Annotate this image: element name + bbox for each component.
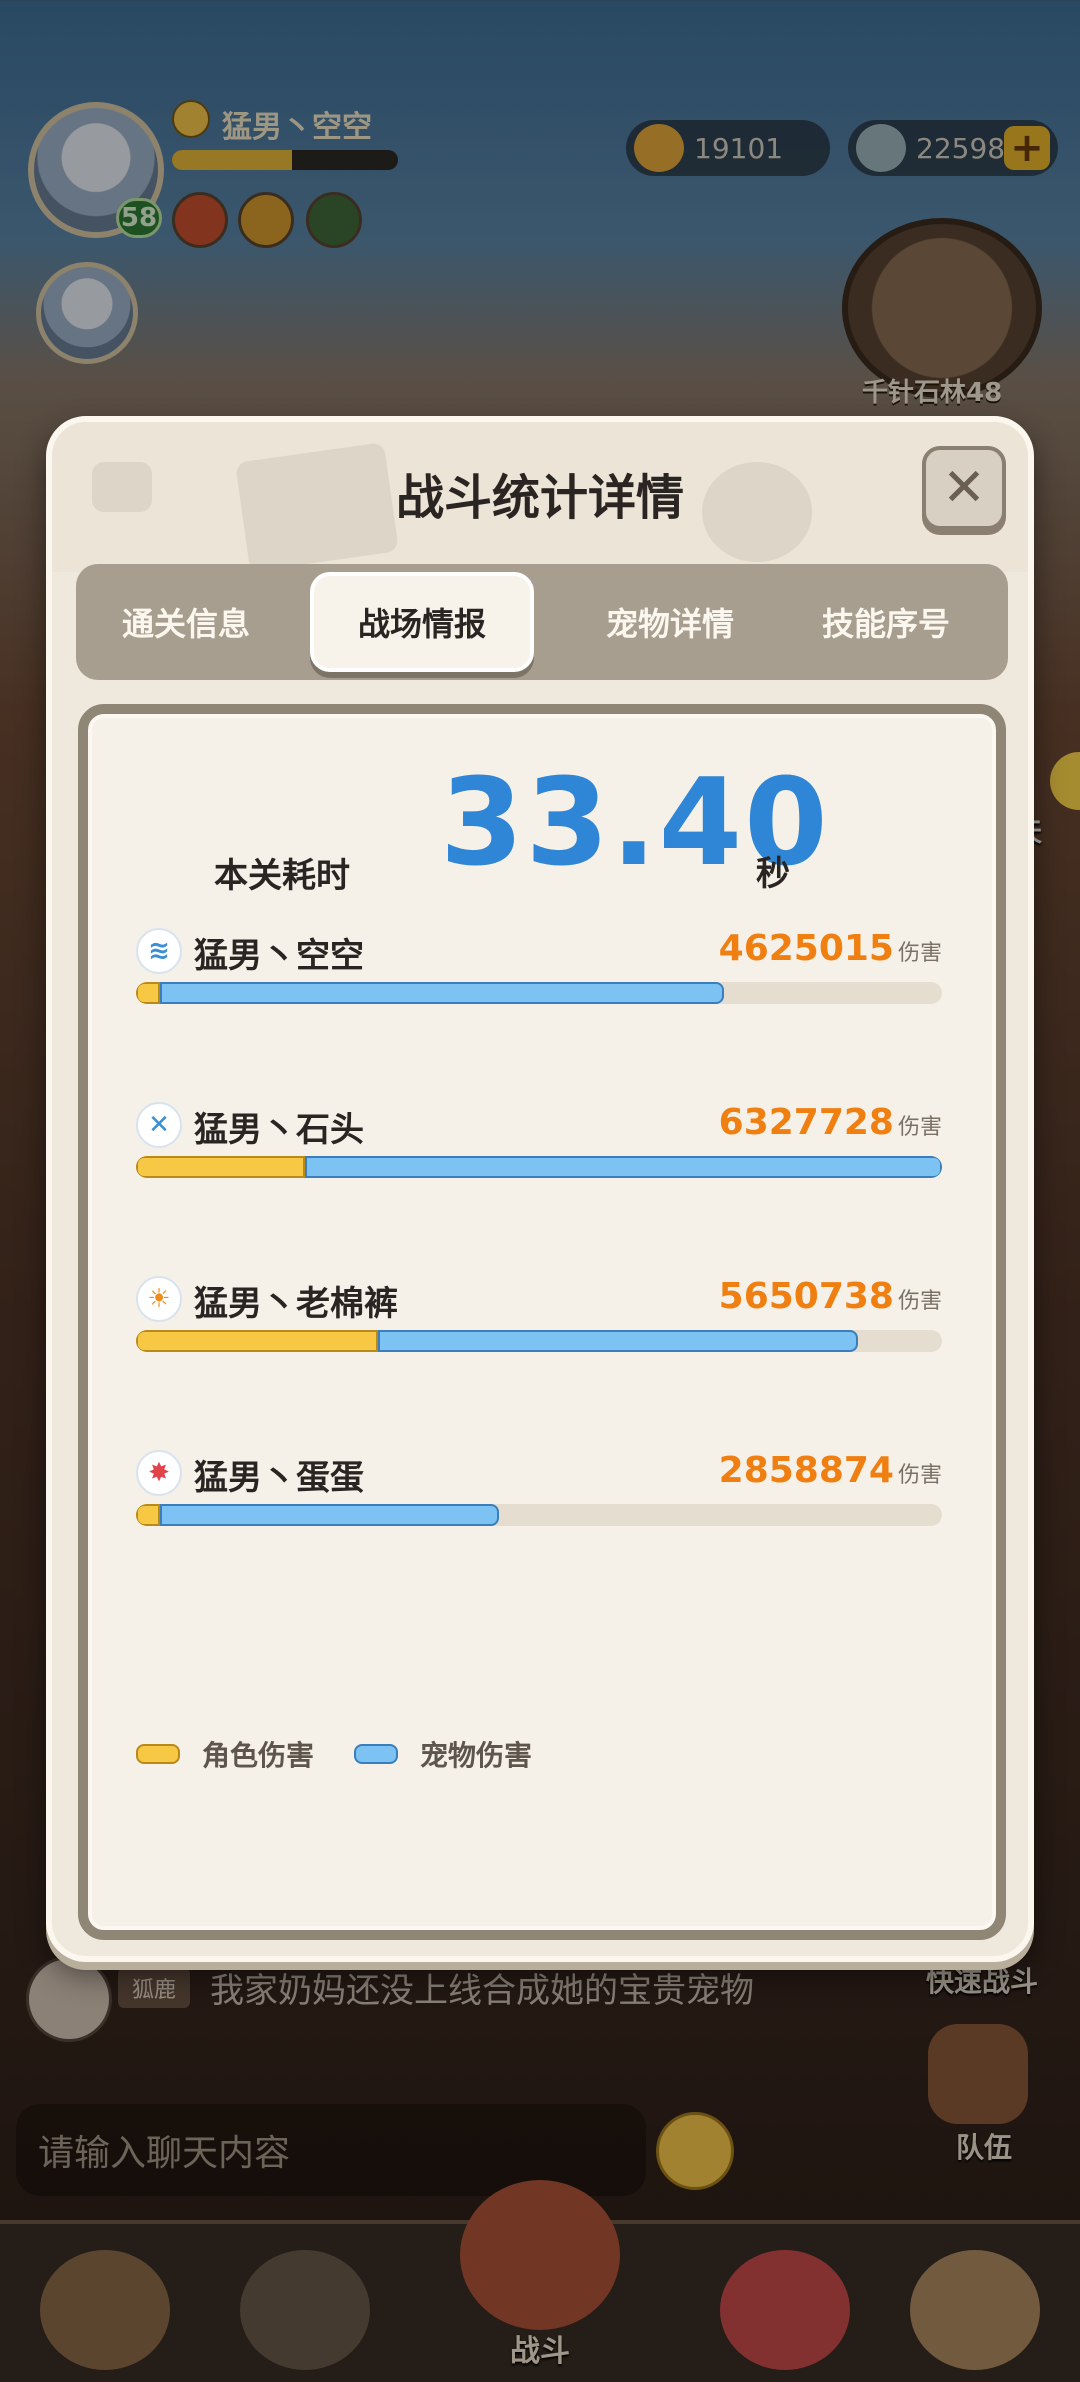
legend-item: 宠物伤害 xyxy=(354,1734,532,1774)
player-row: ≋ 猛男丶空空 4625015 伤害 xyxy=(136,928,942,1028)
role-damage-bar xyxy=(136,1330,378,1352)
player-row: ✸ 猛男丶蛋蛋 2858874 伤害 xyxy=(136,1450,942,1550)
legend-label: 角色伤害 xyxy=(202,1739,315,1772)
player-row: ✕ 猛男丶石头 6327728 伤害 xyxy=(136,1102,942,1202)
legend-item: 角色伤害 xyxy=(136,1734,314,1774)
damage-bar xyxy=(136,1156,942,1178)
damage-number: 6327728 xyxy=(718,1102,894,1143)
damage-bar xyxy=(136,1504,942,1526)
tab-pet-details[interactable]: 宠物详情 xyxy=(552,564,788,680)
player-name: 猛男丶石头 xyxy=(194,1110,364,1150)
tab-clear-info[interactable]: 通关信息 xyxy=(76,564,296,680)
player-name: 猛男丶蛋蛋 xyxy=(194,1458,364,1498)
role-damage-bar xyxy=(136,982,160,1004)
role-damage-bar xyxy=(136,1156,305,1178)
pet-damage-bar xyxy=(378,1330,858,1352)
player-name: 猛男丶空空 xyxy=(194,936,364,976)
damage-bar xyxy=(136,1330,942,1352)
damage-value: 4625015 伤害 xyxy=(719,928,942,969)
pet-damage-bar xyxy=(160,982,724,1004)
role-damage-bar xyxy=(136,1504,160,1526)
player-row: ☀ 猛男丶老棉裤 5650738 伤害 xyxy=(136,1276,942,1376)
damage-bar xyxy=(136,982,942,1004)
damage-value: 6327728 伤害 xyxy=(719,1102,942,1143)
damage-number: 2858874 xyxy=(718,1450,894,1491)
close-button[interactable]: ✕ xyxy=(922,446,1006,530)
time-unit: 秒 xyxy=(756,854,790,894)
target-icon: ✸ xyxy=(136,1450,182,1496)
pet-damage-bar xyxy=(305,1156,942,1178)
tab-skill-order[interactable]: 技能序号 xyxy=(776,564,996,680)
damage-unit: 伤害 xyxy=(897,1463,942,1488)
modal-title: 战斗统计详情 xyxy=(395,470,684,526)
damage-unit: 伤害 xyxy=(897,941,942,966)
damage-unit: 伤害 xyxy=(897,1289,942,1314)
damage-number: 4625015 xyxy=(718,928,894,969)
wind-icon: ≋ xyxy=(136,928,182,974)
damage-value: 5650738 伤害 xyxy=(719,1276,942,1317)
time-label: 本关耗时 xyxy=(214,856,350,896)
damage-value: 2858874 伤害 xyxy=(719,1450,942,1491)
damage-unit: 伤害 xyxy=(897,1115,942,1140)
legend-swatch xyxy=(354,1744,398,1764)
fire-icon: ☀ xyxy=(136,1276,182,1322)
legend-swatch xyxy=(136,1744,180,1764)
tab-bar: 通关信息 战场情报 宠物详情 技能序号 xyxy=(76,564,1008,680)
pet-damage-bar xyxy=(160,1504,499,1526)
close-icon: ✕ xyxy=(942,458,986,518)
legend-label: 宠物伤害 xyxy=(420,1739,533,1772)
damage-number: 5650738 xyxy=(718,1276,894,1317)
swords-icon: ✕ xyxy=(136,1102,182,1148)
player-name: 猛男丶老棉裤 xyxy=(194,1284,398,1324)
tab-battlefield-intel[interactable]: 战场情报 xyxy=(310,572,534,672)
